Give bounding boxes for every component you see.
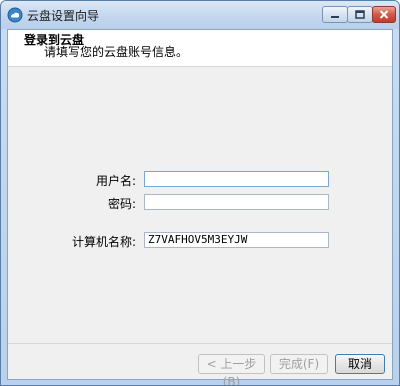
username-input[interactable] bbox=[144, 171, 329, 187]
maximize-icon bbox=[355, 8, 365, 22]
cancel-button[interactable]: 取消 bbox=[335, 354, 385, 374]
window-title: 云盘设置向导 bbox=[27, 9, 100, 23]
minimize-button[interactable] bbox=[322, 6, 348, 23]
minimize-icon bbox=[330, 8, 340, 22]
cloud-setup-icon bbox=[7, 7, 23, 23]
close-icon bbox=[379, 8, 389, 22]
back-button[interactable]: < 上一步(B) bbox=[198, 354, 265, 385]
maximize-button[interactable] bbox=[347, 6, 373, 23]
wizard-body: 登录到云盘 请填写您的云盘账号信息。 用户名: 密码: 计算机名称: Z7VAF… bbox=[7, 29, 393, 385]
title-bar[interactable]: 云盘设置向导 bbox=[1, 1, 399, 29]
page-subtitle: 请填写您的云盘账号信息。 bbox=[44, 45, 189, 59]
wizard-window: 云盘设置向导 登录到云盘 请填写您的云盘账号信息。 用户名: 密码: 计算机名称… bbox=[0, 0, 400, 386]
computer-name-input[interactable]: Z7VAFHOV5M3EYJW bbox=[144, 232, 329, 248]
username-label: 用户名: bbox=[95, 174, 136, 188]
close-button[interactable] bbox=[372, 6, 396, 23]
password-input[interactable] bbox=[144, 194, 329, 210]
footer-divider bbox=[8, 343, 392, 344]
wizard-header: 登录到云盘 请填写您的云盘账号信息。 bbox=[8, 30, 392, 67]
computer-name-label: 计算机名称: bbox=[71, 235, 136, 249]
finish-button[interactable]: 完成(F) bbox=[270, 354, 328, 374]
password-label: 密码: bbox=[107, 197, 136, 211]
